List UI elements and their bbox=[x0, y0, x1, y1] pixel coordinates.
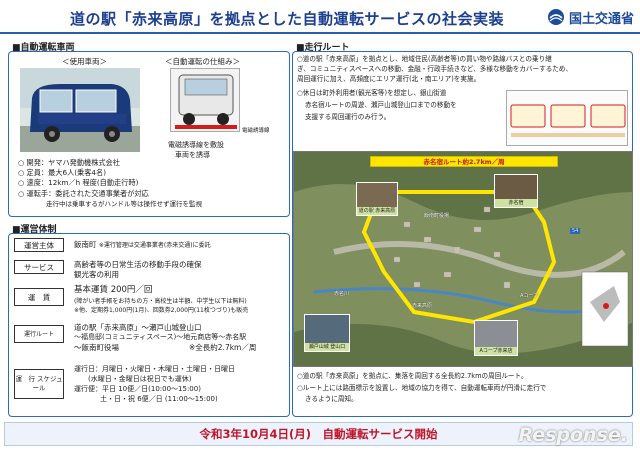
route-desc-5: 赤名宿ルートの周遊、瀬戸山城登山口までの移動を bbox=[305, 101, 457, 109]
op-schedule-line-1: 運行日：月曜日・火曜日・木曜日・土曜日・日曜日 bbox=[74, 365, 235, 373]
route-note-2: ○ルート上には路面標示を設置し、地域の協力を得て、自動運転車両が円滑に走行で bbox=[297, 384, 547, 392]
map-label-townhall: 飯南町役場 bbox=[424, 213, 450, 219]
photo-trailhead: 瀬戸山城 登山口 bbox=[304, 314, 350, 352]
route-note-3: きるように周知。 bbox=[305, 395, 358, 403]
op-route-length: ※全長約2.7km／周 bbox=[189, 343, 257, 352]
spec-speed: ○ 速度：12km／h 程度(自動走行時) bbox=[18, 178, 139, 187]
mlit-logo: 国土交通省 bbox=[547, 5, 634, 29]
used-vehicle-caption: ＜使用車両＞ bbox=[62, 57, 107, 66]
logo-text: 国土交通省 bbox=[569, 11, 635, 27]
op-label-operator: 運営主体 bbox=[14, 238, 64, 252]
page-title: 道の駅「赤来高原」を拠点とした自動運転サービスの社会実装 bbox=[70, 10, 505, 28]
photo-roadside-station: 道の駅 赤来高原 bbox=[356, 182, 398, 216]
route-length-banner: 赤名宿ルート約2.7km／周 bbox=[370, 156, 558, 167]
title-bar: 道の駅「赤来高原」を拠点とした自動運転サービスの社会実装 国土交通省 bbox=[0, 0, 640, 34]
map-label-acoop: Aコープ bbox=[520, 293, 539, 299]
op-label-service: サービス bbox=[14, 260, 64, 274]
route-map: 道の駅 赤来高原 赤名宿 瀬戸山城 登山口 Aコープ赤来店 赤名川 飯南町役場 … bbox=[293, 151, 633, 367]
op-operator-note: ※運行管理は交通事業者(赤来交通)に委託 bbox=[98, 242, 211, 249]
op-label-route: 運行ルート bbox=[14, 325, 64, 343]
op-service-line-1: 高齢者等の日常生活の移動手段の確保 bbox=[74, 260, 202, 269]
op-fare-note-2: ※他、定期券1,000円(1月)、回数券2,000円(11枚つづり)も販売 bbox=[74, 307, 249, 314]
map-label-route54: 54 bbox=[570, 228, 581, 234]
map-label-akagi: 赤来高原 bbox=[412, 303, 433, 309]
mechanism-caption: ＜自動運転の仕組み＞ bbox=[165, 57, 240, 66]
op-route-line-1: 道の駅「赤来高原」～瀬戸山城登山口 bbox=[74, 323, 202, 332]
vehicle-photo bbox=[20, 68, 140, 152]
route-desc-4: ○休日は町外利用者(観光客等)を想定し、銀山街道 bbox=[297, 89, 447, 97]
route-desc-1: ○道の駅「赤来高原」を拠点とし、地域住民(高齢者等)の買い物や路線バスとの乗り継 bbox=[297, 55, 552, 63]
op-fare-main: 基本運賃 200円／回 bbox=[74, 285, 153, 295]
spec-note: 走行中は乗車するがハンドル等は操作せず運行を監視 bbox=[46, 200, 202, 208]
photo-akana-juku: 赤名宿 bbox=[494, 174, 538, 208]
op-schedule-line-3: 運行便：平日 10便／日(10:00～15:00) bbox=[74, 385, 201, 393]
spec-capacity: ○ 定員：最大6人(乗客4名) bbox=[18, 168, 106, 177]
route-desc-6: 支援する周回運行のみ行う。 bbox=[305, 113, 391, 121]
route-note-1: ○道の駅「赤来高原」を拠点に、集落を周回する全長約2.7kmの周回ルート。 bbox=[297, 372, 528, 380]
response-watermark: Response. bbox=[518, 424, 628, 446]
photo-label-akana-juku: 赤名宿 bbox=[495, 199, 537, 207]
spec-developer: ○ 開発：ヤマハ発動機株式会社 bbox=[18, 158, 120, 167]
op-text-operator: 飯南町 ※運行管理は交通事業者(赤来交通)に委託 bbox=[74, 240, 211, 251]
mechanism-desc-2: 車両を誘導 bbox=[175, 151, 210, 159]
op-schedule-line-4: 土・日・祝 6便／日 (11:00～15:00) bbox=[100, 395, 218, 403]
map-label-river: 赤名川 bbox=[334, 291, 350, 297]
photo-label-roadside-station: 道の駅 赤来高原 bbox=[357, 207, 397, 215]
mechanism-desc-1: 電磁誘導線を敷設 bbox=[168, 141, 224, 149]
photo-acoop: Aコープ赤来店 bbox=[474, 320, 518, 356]
route-desc-3: 周回運行に加え、高頻度にエリア運行(北・南エリア)を実施。 bbox=[297, 75, 481, 83]
mlit-logo-icon bbox=[547, 8, 565, 26]
op-route-line-2: ～福島邸(コミュニティスペース)～地元商店等～赤名駅 bbox=[74, 333, 247, 341]
op-label-fare: 運 賃 bbox=[14, 288, 64, 306]
op-schedule-line-2: (水曜日・金曜日は祝日でも運休) bbox=[88, 375, 192, 383]
service-start-text: 令和3年10月4日(月) 自動運転サービス開始 bbox=[199, 427, 438, 441]
photo-label-trailhead: 瀬戸山城 登山口 bbox=[305, 343, 349, 351]
photo-label-acoop: Aコープ赤来店 bbox=[475, 347, 517, 355]
spec-driver: ○ 運転手：委託された交通事業者が対応 bbox=[18, 189, 149, 198]
mechanism-diagram bbox=[170, 68, 240, 132]
op-operator-name: 飯南町 bbox=[74, 240, 97, 249]
route-desc-2: ぎ、コミュニティスペースへの移動、金融・行政手続きなど、多様な移動をカバーするた… bbox=[297, 65, 573, 73]
magnetic-line-label: 電磁誘導線 bbox=[242, 128, 270, 134]
op-route-line-3: ～飯南町役場 bbox=[74, 343, 119, 352]
area-diagram bbox=[506, 90, 628, 146]
op-service-line-2: 観光客の利用 bbox=[74, 270, 119, 279]
op-label-schedule: 運 行 スケジュール bbox=[14, 369, 64, 399]
